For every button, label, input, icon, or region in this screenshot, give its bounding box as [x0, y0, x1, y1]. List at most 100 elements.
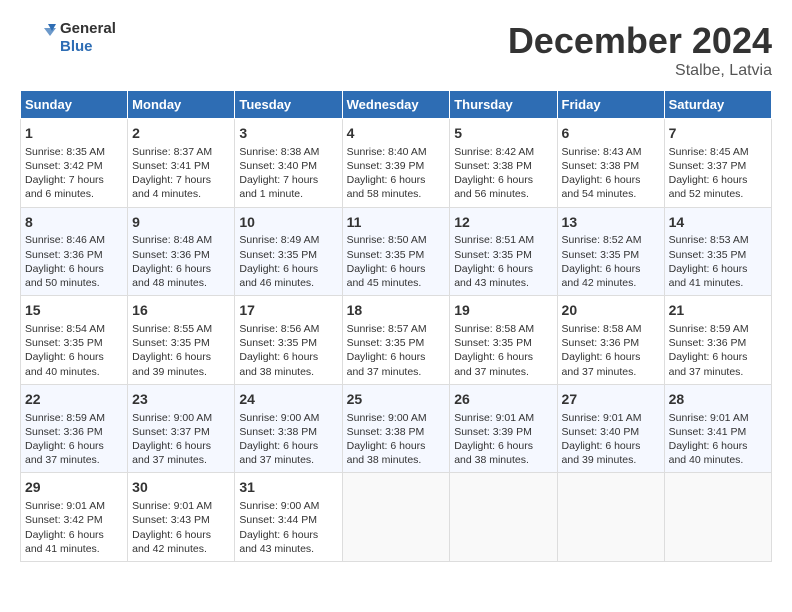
calendar-week-row: 1 Sunrise: 8:35 AM Sunset: 3:42 PM Dayli… [21, 119, 772, 208]
day-number: 5 [454, 124, 552, 143]
day-number: 9 [132, 213, 230, 232]
day-number: 23 [132, 390, 230, 409]
day-number: 20 [562, 301, 660, 320]
day-number: 17 [239, 301, 337, 320]
calendar-cell [664, 473, 771, 562]
calendar-cell: 28 Sunrise: 9:01 AM Sunset: 3:41 PM Dayl… [664, 384, 771, 473]
day-info: Sunrise: 9:00 AM Sunset: 3:37 PM Dayligh… [132, 411, 230, 468]
day-info: Sunrise: 8:35 AM Sunset: 3:42 PM Dayligh… [25, 145, 123, 202]
calendar-cell: 25 Sunrise: 9:00 AM Sunset: 3:38 PM Dayl… [342, 384, 450, 473]
logo-icon [20, 20, 56, 56]
calendar-cell: 8 Sunrise: 8:46 AM Sunset: 3:36 PM Dayli… [21, 207, 128, 296]
calendar-cell [450, 473, 557, 562]
day-info: Sunrise: 8:43 AM Sunset: 3:38 PM Dayligh… [562, 145, 660, 202]
day-number: 26 [454, 390, 552, 409]
day-info: Sunrise: 9:00 AM Sunset: 3:44 PM Dayligh… [239, 499, 337, 556]
day-number: 31 [239, 478, 337, 497]
calendar-cell: 9 Sunrise: 8:48 AM Sunset: 3:36 PM Dayli… [128, 207, 235, 296]
day-info: Sunrise: 8:58 AM Sunset: 3:36 PM Dayligh… [562, 322, 660, 379]
day-number: 12 [454, 213, 552, 232]
calendar-week-row: 8 Sunrise: 8:46 AM Sunset: 3:36 PM Dayli… [21, 207, 772, 296]
calendar-cell: 19 Sunrise: 8:58 AM Sunset: 3:35 PM Dayl… [450, 296, 557, 385]
calendar-cell: 5 Sunrise: 8:42 AM Sunset: 3:38 PM Dayli… [450, 119, 557, 208]
calendar-table: Sunday Monday Tuesday Wednesday Thursday… [20, 90, 772, 562]
calendar-cell [342, 473, 450, 562]
page-header: General Blue December 2024 Stalbe, Latvi… [20, 20, 772, 80]
calendar-week-row: 22 Sunrise: 8:59 AM Sunset: 3:36 PM Dayl… [21, 384, 772, 473]
page-title: December 2024 [508, 20, 772, 62]
day-info: Sunrise: 8:53 AM Sunset: 3:35 PM Dayligh… [669, 233, 767, 290]
day-number: 14 [669, 213, 767, 232]
calendar-cell: 31 Sunrise: 9:00 AM Sunset: 3:44 PM Dayl… [235, 473, 342, 562]
calendar-cell: 26 Sunrise: 9:01 AM Sunset: 3:39 PM Dayl… [450, 384, 557, 473]
day-info: Sunrise: 8:51 AM Sunset: 3:35 PM Dayligh… [454, 233, 552, 290]
calendar-cell: 17 Sunrise: 8:56 AM Sunset: 3:35 PM Dayl… [235, 296, 342, 385]
day-number: 1 [25, 124, 123, 143]
calendar-cell: 27 Sunrise: 9:01 AM Sunset: 3:40 PM Dayl… [557, 384, 664, 473]
day-info: Sunrise: 9:01 AM Sunset: 3:40 PM Dayligh… [562, 411, 660, 468]
day-info: Sunrise: 9:00 AM Sunset: 3:38 PM Dayligh… [347, 411, 446, 468]
day-info: Sunrise: 8:54 AM Sunset: 3:35 PM Dayligh… [25, 322, 123, 379]
day-info: Sunrise: 8:55 AM Sunset: 3:35 PM Dayligh… [132, 322, 230, 379]
calendar-cell: 14 Sunrise: 8:53 AM Sunset: 3:35 PM Dayl… [664, 207, 771, 296]
day-number: 16 [132, 301, 230, 320]
day-number: 19 [454, 301, 552, 320]
day-number: 27 [562, 390, 660, 409]
calendar-cell: 29 Sunrise: 9:01 AM Sunset: 3:42 PM Dayl… [21, 473, 128, 562]
calendar-cell: 24 Sunrise: 9:00 AM Sunset: 3:38 PM Dayl… [235, 384, 342, 473]
weekday-friday: Friday [557, 91, 664, 119]
calendar-cell: 30 Sunrise: 9:01 AM Sunset: 3:43 PM Dayl… [128, 473, 235, 562]
weekday-saturday: Saturday [664, 91, 771, 119]
title-block: December 2024 Stalbe, Latvia [508, 20, 772, 80]
logo-blue: Blue [60, 38, 116, 56]
calendar-cell: 3 Sunrise: 8:38 AM Sunset: 3:40 PM Dayli… [235, 119, 342, 208]
day-info: Sunrise: 8:57 AM Sunset: 3:35 PM Dayligh… [347, 322, 446, 379]
logo-general: General [60, 20, 116, 38]
day-number: 15 [25, 301, 123, 320]
calendar-cell: 21 Sunrise: 8:59 AM Sunset: 3:36 PM Dayl… [664, 296, 771, 385]
day-number: 24 [239, 390, 337, 409]
calendar-cell: 12 Sunrise: 8:51 AM Sunset: 3:35 PM Dayl… [450, 207, 557, 296]
day-info: Sunrise: 8:50 AM Sunset: 3:35 PM Dayligh… [347, 233, 446, 290]
weekday-tuesday: Tuesday [235, 91, 342, 119]
weekday-wednesday: Wednesday [342, 91, 450, 119]
day-info: Sunrise: 9:01 AM Sunset: 3:39 PM Dayligh… [454, 411, 552, 468]
day-number: 21 [669, 301, 767, 320]
day-number: 25 [347, 390, 446, 409]
weekday-monday: Monday [128, 91, 235, 119]
calendar-cell: 6 Sunrise: 8:43 AM Sunset: 3:38 PM Dayli… [557, 119, 664, 208]
day-info: Sunrise: 8:49 AM Sunset: 3:35 PM Dayligh… [239, 233, 337, 290]
calendar-week-row: 15 Sunrise: 8:54 AM Sunset: 3:35 PM Dayl… [21, 296, 772, 385]
day-number: 10 [239, 213, 337, 232]
day-info: Sunrise: 9:01 AM Sunset: 3:43 PM Dayligh… [132, 499, 230, 556]
calendar-cell [557, 473, 664, 562]
day-info: Sunrise: 8:48 AM Sunset: 3:36 PM Dayligh… [132, 233, 230, 290]
day-number: 11 [347, 213, 446, 232]
day-info: Sunrise: 9:01 AM Sunset: 3:41 PM Dayligh… [669, 411, 767, 468]
day-number: 8 [25, 213, 123, 232]
calendar-cell: 15 Sunrise: 8:54 AM Sunset: 3:35 PM Dayl… [21, 296, 128, 385]
calendar-cell: 10 Sunrise: 8:49 AM Sunset: 3:35 PM Dayl… [235, 207, 342, 296]
calendar-cell: 13 Sunrise: 8:52 AM Sunset: 3:35 PM Dayl… [557, 207, 664, 296]
calendar-cell: 22 Sunrise: 8:59 AM Sunset: 3:36 PM Dayl… [21, 384, 128, 473]
day-number: 4 [347, 124, 446, 143]
day-info: Sunrise: 8:59 AM Sunset: 3:36 PM Dayligh… [25, 411, 123, 468]
weekday-header-row: Sunday Monday Tuesday Wednesday Thursday… [21, 91, 772, 119]
calendar-cell: 11 Sunrise: 8:50 AM Sunset: 3:35 PM Dayl… [342, 207, 450, 296]
day-info: Sunrise: 8:52 AM Sunset: 3:35 PM Dayligh… [562, 233, 660, 290]
calendar-cell: 20 Sunrise: 8:58 AM Sunset: 3:36 PM Dayl… [557, 296, 664, 385]
day-info: Sunrise: 8:58 AM Sunset: 3:35 PM Dayligh… [454, 322, 552, 379]
day-info: Sunrise: 8:42 AM Sunset: 3:38 PM Dayligh… [454, 145, 552, 202]
day-number: 3 [239, 124, 337, 143]
day-number: 22 [25, 390, 123, 409]
calendar-cell: 16 Sunrise: 8:55 AM Sunset: 3:35 PM Dayl… [128, 296, 235, 385]
calendar-cell: 23 Sunrise: 9:00 AM Sunset: 3:37 PM Dayl… [128, 384, 235, 473]
weekday-thursday: Thursday [450, 91, 557, 119]
calendar-cell: 2 Sunrise: 8:37 AM Sunset: 3:41 PM Dayli… [128, 119, 235, 208]
calendar-cell: 7 Sunrise: 8:45 AM Sunset: 3:37 PM Dayli… [664, 119, 771, 208]
day-number: 29 [25, 478, 123, 497]
logo: General Blue [20, 20, 116, 56]
day-info: Sunrise: 8:46 AM Sunset: 3:36 PM Dayligh… [25, 233, 123, 290]
calendar-week-row: 29 Sunrise: 9:01 AM Sunset: 3:42 PM Dayl… [21, 473, 772, 562]
day-info: Sunrise: 8:56 AM Sunset: 3:35 PM Dayligh… [239, 322, 337, 379]
